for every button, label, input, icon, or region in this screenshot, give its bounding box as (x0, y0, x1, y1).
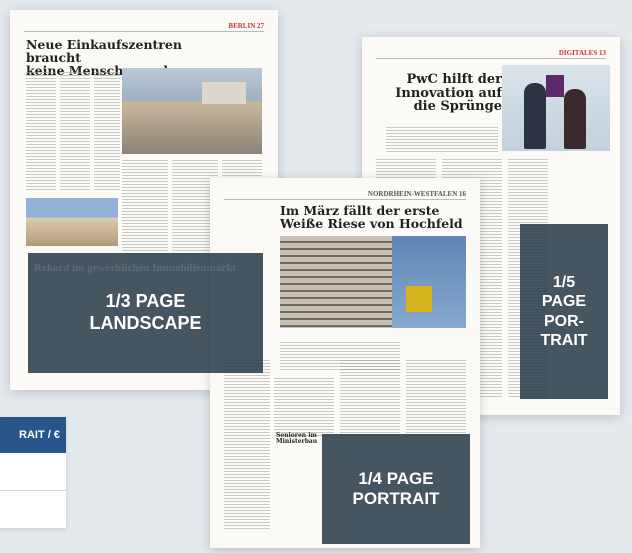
price-table-row (0, 453, 66, 491)
price-table-header: RAIT / € (0, 417, 66, 453)
text-column (406, 360, 466, 436)
text-column (274, 378, 334, 438)
ad-format-portrait-fifth[interactable]: 1/5 PAGE POR- TRAIT (520, 224, 608, 399)
page-masthead: BERLIN 27 (24, 22, 264, 32)
price-table: RAIT / € (0, 417, 66, 529)
page-headline: PwC hilft der Innovation auf die Sprünge (395, 72, 502, 115)
article-photo (122, 68, 262, 154)
building-shape (202, 82, 246, 104)
page-section-label: NORDRHEIN-WESTFALEN 16 (367, 190, 466, 198)
article-photo (502, 65, 610, 151)
text-column (340, 360, 400, 436)
text-column (26, 72, 56, 192)
tower-block (280, 236, 392, 328)
screen-display (546, 75, 564, 97)
ad-format-portrait-quarter[interactable]: 1/4 PAGE PORTRAIT (322, 434, 470, 544)
page-masthead: DIGITALES 13 (376, 49, 606, 59)
page-headline: Im März fällt der erste Weiße Riese von … (280, 203, 463, 232)
page-section-label: BERLIN 27 (228, 22, 264, 30)
intro-text (386, 127, 498, 153)
person-figure (564, 89, 586, 149)
page-section-label: DIGITALES 13 (558, 49, 606, 57)
article-photo (26, 198, 118, 246)
text-column (122, 160, 168, 255)
price-table-row (0, 491, 66, 529)
text-column (224, 360, 270, 530)
excavator (406, 286, 432, 312)
person-figure (524, 83, 546, 149)
page-masthead: NORDRHEIN-WESTFALEN 16 (224, 190, 466, 200)
text-column (60, 72, 90, 192)
text-column (94, 72, 120, 192)
overlay-background-headline: Rekord im gewerblichen Immobilienmarkt (34, 262, 236, 274)
article-photo (280, 236, 466, 328)
